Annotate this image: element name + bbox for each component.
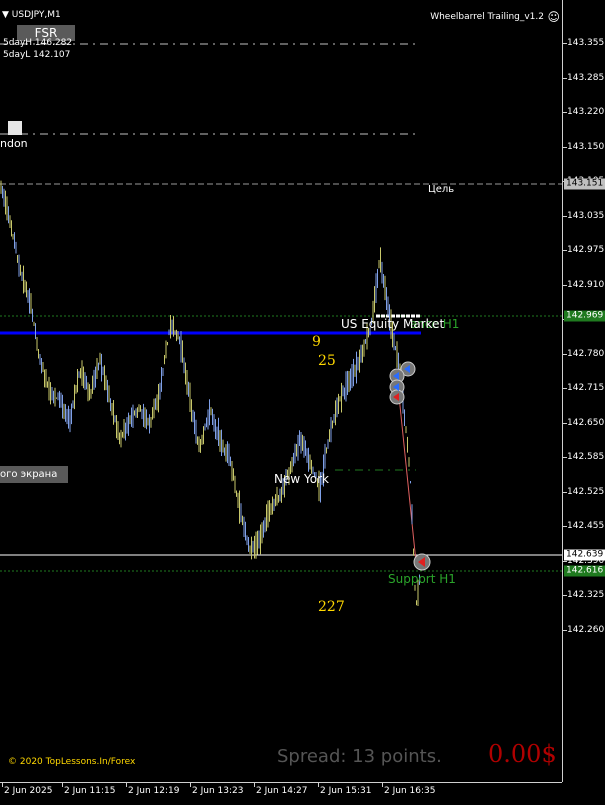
five-day-low-label: 5dayL 142.107 (3, 50, 71, 60)
count-227: 227 (318, 599, 345, 615)
time-axis[interactable]: 2 Jun 2025 2 Jun 11:15 2 Jun 12:19 2 Jun 13… (0, 782, 562, 805)
new-york-label: New York (274, 472, 329, 486)
target-label: Цель (428, 184, 455, 195)
price-tick-label: 143.035 (567, 210, 605, 221)
order-markers (389, 361, 431, 571)
checkbox[interactable] (8, 121, 22, 135)
time-tick-mark (2, 783, 3, 787)
price-tick-label: 142.650 (567, 417, 605, 428)
spread-label: Spread: 13 points. (277, 746, 442, 767)
price-tick-label: 143.285 (567, 72, 605, 83)
time-tick-mark (318, 783, 319, 787)
price-axis[interactable]: 143.355143.285143.220143.150143.105143.0… (562, 0, 605, 782)
price-tick-label: 143.220 (567, 107, 605, 117)
us-equity-label: US Equity Market (341, 317, 445, 331)
time-tick-label: 2 Jun 13:23 (192, 786, 244, 796)
price-tick-label: 142.715 (567, 383, 605, 393)
price-tick-label: 142.260 (567, 624, 605, 635)
count-25: 25 (318, 353, 336, 369)
time-tick-label: 2 Jun 16:35 (384, 786, 436, 796)
time-tick-label: 2 Jun 2025 (4, 786, 53, 796)
trailing-line (398, 395, 417, 563)
support-label: Support H1 (388, 572, 456, 586)
time-tick-mark (62, 783, 63, 787)
price-tick-label: 142.525 (567, 486, 605, 497)
price-chart (0, 43, 562, 607)
london-label: ndon (0, 137, 28, 150)
chart-area[interactable]: ▼ USDJPY,M1 FSR 5dayH 146.282 5dayL 142.… (0, 0, 562, 782)
time-tick-label: 2 Jun 12:19 (128, 786, 180, 796)
price-level-label: 142.616 (564, 565, 605, 577)
time-tick-mark (190, 783, 191, 787)
symbol-label: ▼ USDJPY,M1 (2, 10, 61, 20)
smiley-icon: ☺ (547, 10, 560, 24)
time-tick-mark (254, 783, 255, 787)
candles (0, 180, 420, 607)
fullscreen-button[interactable]: ого экрана (0, 466, 68, 483)
copyright: © 2020 TopLessons.In/Forex (8, 757, 136, 767)
profit-label: 0.00$ (488, 740, 557, 768)
five-day-high-label: 5dayH 146.282 (3, 38, 73, 48)
price-tick-label: 142.975 (567, 245, 605, 255)
price-tick-label: 143.355 (567, 38, 605, 48)
time-tick-mark (126, 783, 127, 787)
price-tick-label: 142.910 (567, 279, 605, 290)
time-tick-label: 2 Jun 14:27 (256, 786, 308, 796)
time-tick-mark (382, 783, 383, 787)
price-level-label: 142.639 (564, 549, 605, 561)
price-tick-label: 142.780 (567, 348, 605, 359)
time-tick-label: 2 Jun 11:15 (64, 786, 116, 796)
time-tick-label: 2 Jun 15:31 (320, 786, 372, 796)
price-tick-label: 142.455 (567, 521, 605, 531)
price-tick-label: 143.150 (567, 141, 605, 152)
price-tick-label: 142.585 (567, 452, 605, 462)
price-tick-label: 142.325 (567, 590, 605, 600)
indicator-name: Wheelbarrel Trailing_v1.2 (430, 12, 544, 22)
price-level-label: 143.151 (564, 178, 605, 190)
price-level-label: 142.969 (564, 310, 605, 322)
count-9: 9 (312, 334, 321, 350)
